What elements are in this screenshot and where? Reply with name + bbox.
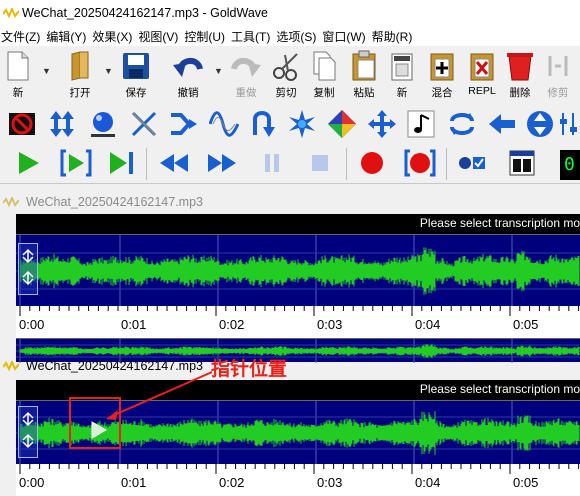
annotation-arrow (111, 371, 213, 417)
annotation-label: 指针位置 (211, 359, 288, 380)
playback-pointer-icon[interactable] (90, 420, 108, 443)
annotation-arrowhead (106, 410, 118, 420)
annotation-overlay (69, 371, 213, 449)
